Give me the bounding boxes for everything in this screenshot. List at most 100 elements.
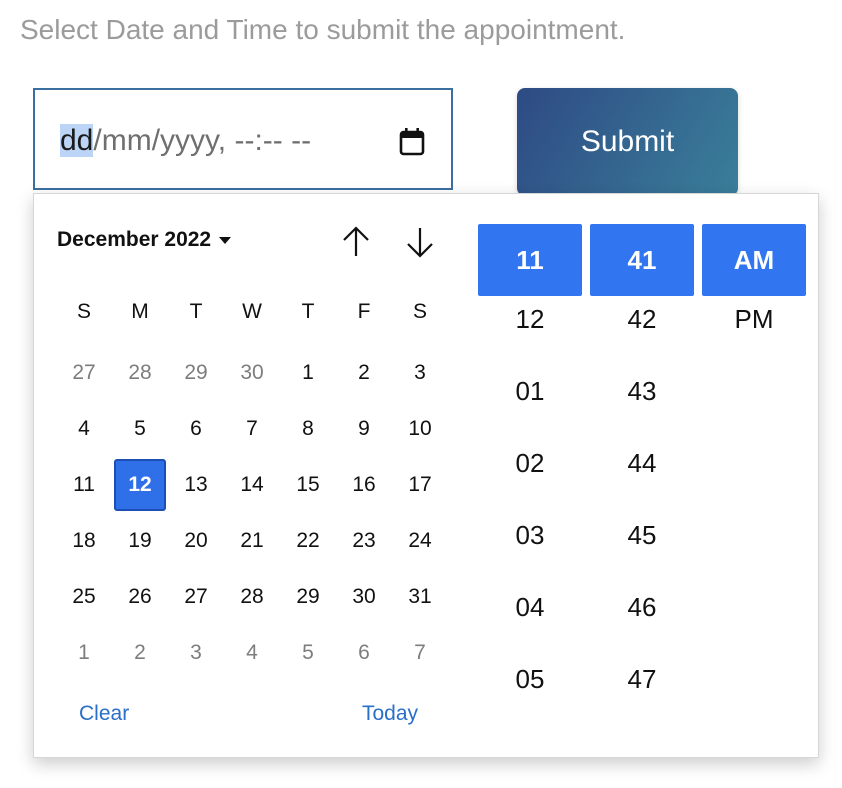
hour-option[interactable]: 12: [478, 296, 582, 368]
day-number: 17: [408, 473, 432, 496]
day-cell[interactable]: 30: [224, 345, 280, 401]
minute-option[interactable]: 47: [590, 656, 694, 728]
day-segment[interactable]: dd: [60, 124, 94, 157]
day-cell[interactable]: 2: [336, 345, 392, 401]
day-cell[interactable]: 13: [168, 457, 224, 513]
period-option-label: AM: [733, 244, 775, 275]
hour-option[interactable]: 05: [478, 656, 582, 728]
day-cell[interactable]: 31: [392, 569, 448, 625]
minute-option[interactable]: 43: [590, 368, 694, 440]
day-number: 7: [414, 641, 426, 664]
day-cell[interactable]: 3: [392, 345, 448, 401]
day-cell[interactable]: 5: [280, 625, 336, 681]
month-year-dropdown[interactable]: December 2022: [57, 228, 232, 252]
day-cell[interactable]: 7: [224, 401, 280, 457]
day-cell[interactable]: 28: [224, 569, 280, 625]
day-cell[interactable]: 29: [168, 345, 224, 401]
day-number: 29: [184, 361, 208, 384]
day-cell[interactable]: 26: [112, 569, 168, 625]
day-cell[interactable]: 9: [336, 401, 392, 457]
hour-option-label: 05: [515, 664, 545, 694]
minute-option[interactable]: 44: [590, 440, 694, 512]
instruction-text: Select Date and Time to submit the appoi…: [20, 14, 626, 45]
day-number: 14: [240, 473, 264, 496]
day-cell[interactable]: 8: [280, 401, 336, 457]
period-option-label: PM: [734, 304, 774, 334]
day-number: 27: [184, 585, 208, 608]
day-cell[interactable]: 28: [112, 345, 168, 401]
day-cell[interactable]: 19: [112, 513, 168, 569]
day-cell[interactable]: 1: [56, 625, 112, 681]
day-cell[interactable]: 20: [168, 513, 224, 569]
day-cell[interactable]: 25: [56, 569, 112, 625]
minute-column[interactable]: 41 42 43 44 45 46 47: [590, 224, 694, 728]
day-cell[interactable]: 4: [224, 625, 280, 681]
minute-option[interactable]: 42: [590, 296, 694, 368]
day-number: 23: [352, 529, 376, 552]
caret-down-icon: [219, 236, 232, 244]
day-cell[interactable]: 22: [280, 513, 336, 569]
calendar-icon[interactable]: [397, 126, 427, 158]
day-number: 13: [184, 473, 208, 496]
hour-option[interactable]: 02: [478, 440, 582, 512]
day-cell[interactable]: 24: [392, 513, 448, 569]
day-number: 4: [78, 417, 90, 440]
submit-button[interactable]: Submit: [517, 88, 738, 196]
day-cell[interactable]: 1: [280, 345, 336, 401]
hour-option[interactable]: 03: [478, 512, 582, 584]
day-number: 18: [72, 529, 96, 552]
today-button[interactable]: Today: [362, 702, 418, 726]
period-option[interactable]: PM: [702, 296, 806, 368]
remaining-segments[interactable]: /mm/yyyy, --:-- --: [93, 124, 311, 157]
minute-option-selected[interactable]: 41: [590, 224, 694, 296]
hour-option-selected[interactable]: 11: [478, 224, 582, 296]
weekday-label: M: [131, 300, 149, 323]
day-cell[interactable]: 27: [168, 569, 224, 625]
day-number: 2: [134, 641, 146, 664]
day-cell[interactable]: 6: [168, 401, 224, 457]
arrow-down-icon[interactable]: [403, 224, 437, 260]
arrow-up-icon[interactable]: [339, 224, 373, 260]
day-cell[interactable]: 11: [56, 457, 112, 513]
day-cell[interactable]: 5: [112, 401, 168, 457]
day-cell[interactable]: 30: [336, 569, 392, 625]
weekday-label: T: [189, 300, 203, 323]
day-cell[interactable]: 21: [224, 513, 280, 569]
day-number: 2: [358, 361, 370, 384]
day-cell[interactable]: 29: [280, 569, 336, 625]
day-number: 5: [134, 417, 146, 440]
day-number: 29: [296, 585, 320, 608]
hour-option-label: 02: [515, 448, 545, 478]
day-cell[interactable]: 3: [168, 625, 224, 681]
period-column[interactable]: AM PM: [702, 224, 806, 368]
day-cell[interactable]: 18: [56, 513, 112, 569]
day-cell[interactable]: 23: [336, 513, 392, 569]
day-cell-selected[interactable]: 12: [112, 457, 168, 513]
hour-option[interactable]: 01: [478, 368, 582, 440]
datetime-input-value[interactable]: dd/mm/yyyy, --:-- --: [60, 124, 311, 158]
hour-option-label: 12: [515, 304, 545, 334]
day-cell[interactable]: 4: [56, 401, 112, 457]
day-cell[interactable]: 17: [392, 457, 448, 513]
clear-button[interactable]: Clear: [79, 702, 129, 726]
day-cell[interactable]: 6: [336, 625, 392, 681]
day-cell[interactable]: 2: [112, 625, 168, 681]
hour-option[interactable]: 04: [478, 584, 582, 656]
minute-option[interactable]: 45: [590, 512, 694, 584]
hour-column[interactable]: 11 12 01 02 03 04 05: [478, 224, 582, 728]
day-cell[interactable]: 7: [392, 625, 448, 681]
minute-option[interactable]: 46: [590, 584, 694, 656]
day-cell[interactable]: 10: [392, 401, 448, 457]
day-cell[interactable]: 15: [280, 457, 336, 513]
day-cell[interactable]: 14: [224, 457, 280, 513]
day-cell[interactable]: 16: [336, 457, 392, 513]
hour-option-label: 03: [515, 520, 545, 550]
day-number: 20: [184, 529, 208, 552]
day-cell[interactable]: 27: [56, 345, 112, 401]
datetime-input[interactable]: dd/mm/yyyy, --:-- --: [33, 88, 453, 190]
weekday-label: F: [357, 300, 371, 323]
day-number: 10: [408, 417, 432, 440]
day-number: 11: [73, 473, 95, 496]
period-option-selected[interactable]: AM: [702, 224, 806, 296]
minute-option-label: 46: [627, 592, 657, 622]
